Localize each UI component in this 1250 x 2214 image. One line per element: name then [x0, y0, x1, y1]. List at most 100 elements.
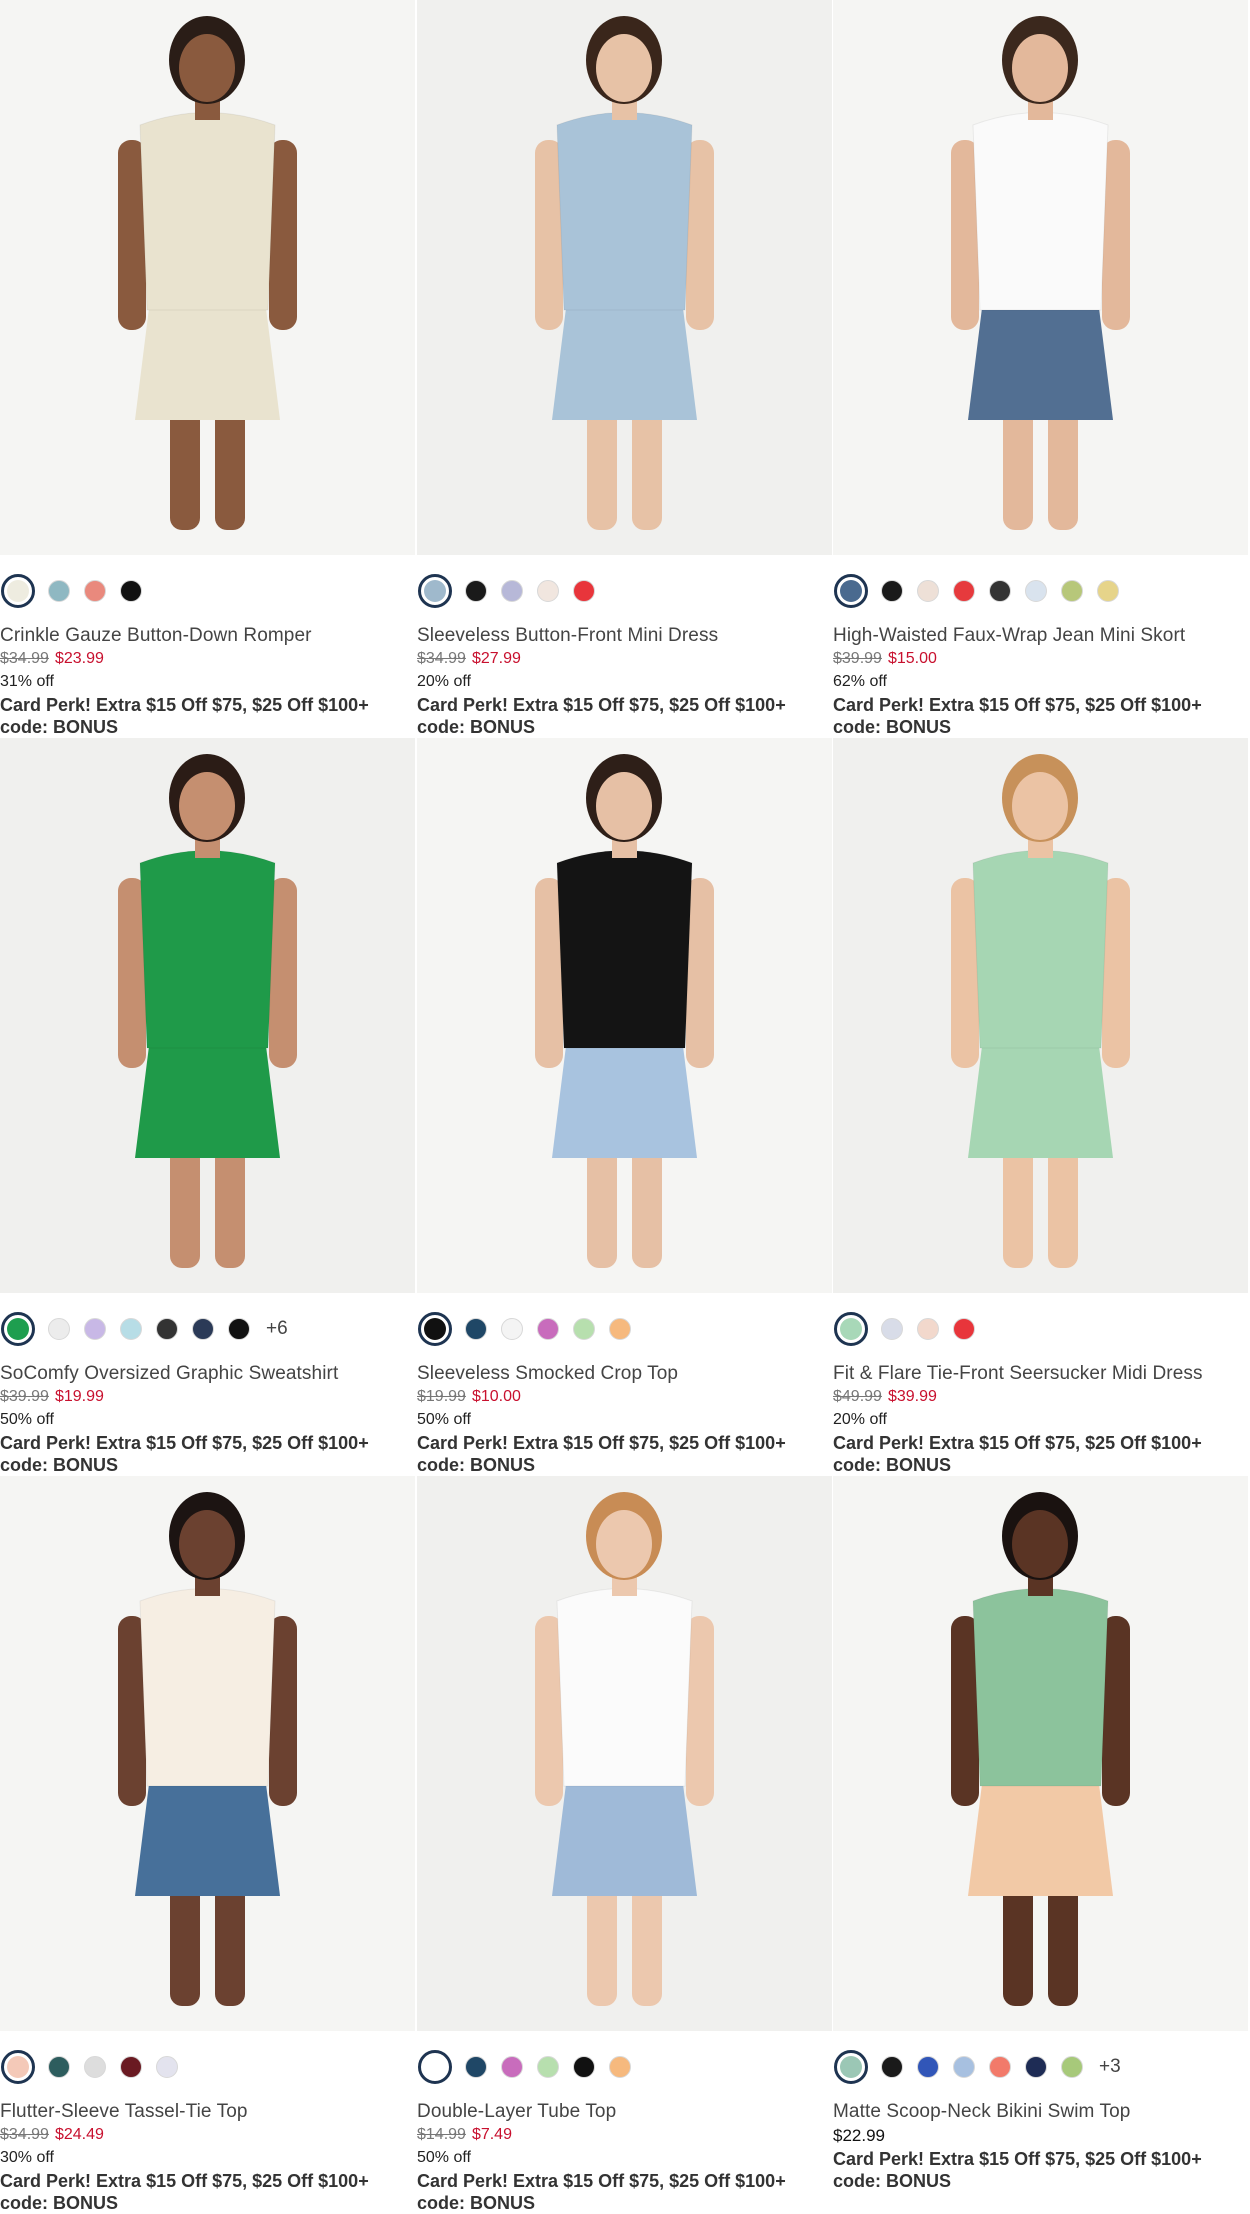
product-image[interactable] [417, 0, 832, 555]
color-swatch[interactable] [156, 2056, 178, 2078]
color-swatches [417, 1311, 645, 1347]
color-swatch[interactable] [953, 580, 975, 602]
product-name[interactable]: High-Waisted Faux-Wrap Jean Mini Skort [833, 625, 1185, 647]
color-swatch[interactable] [537, 1318, 559, 1340]
product-image[interactable] [0, 1476, 415, 2031]
product-image[interactable] [0, 0, 415, 555]
color-swatch[interactable] [834, 574, 868, 608]
color-swatch[interactable] [120, 1318, 142, 1340]
color-swatch[interactable] [917, 580, 939, 602]
product-image[interactable] [833, 1476, 1248, 2031]
promo-text: Card Perk! Extra $15 Off $75, $25 Off $1… [0, 1433, 369, 1453]
color-swatch[interactable] [989, 2056, 1011, 2078]
color-swatch[interactable] [48, 580, 70, 602]
color-swatch[interactable] [1025, 580, 1047, 602]
color-swatch[interactable] [1061, 2056, 1083, 2078]
color-swatch[interactable] [989, 580, 1011, 602]
discount-percent: 50% off [0, 1411, 54, 1428]
color-swatch[interactable] [953, 2056, 975, 2078]
more-colors-count[interactable]: +3 [1099, 2056, 1121, 2078]
color-swatch[interactable] [1097, 580, 1119, 602]
product-name[interactable]: SoComfy Oversized Graphic Sweatshirt [0, 1363, 338, 1385]
color-swatch[interactable] [120, 580, 142, 602]
color-swatch[interactable] [881, 2056, 903, 2078]
product-price: $22.99 [833, 2126, 885, 2146]
color-swatch[interactable] [573, 2056, 595, 2078]
color-swatch[interactable] [917, 2056, 939, 2078]
color-swatch[interactable] [953, 1318, 975, 1340]
color-swatch[interactable] [609, 1318, 631, 1340]
card-perk-promo: Card Perk! Extra $15 Off $75, $25 Off $1… [833, 694, 1202, 738]
color-swatch[interactable] [1, 1312, 35, 1346]
color-swatch[interactable] [501, 1318, 523, 1340]
original-price: $34.99 [417, 650, 466, 667]
color-swatch[interactable] [120, 2056, 142, 2078]
sale-price: $19.99 [54, 1388, 104, 1405]
promo-text: Card Perk! Extra $15 Off $75, $25 Off $1… [417, 2171, 786, 2191]
color-swatch[interactable] [501, 580, 523, 602]
color-swatch[interactable] [465, 1318, 487, 1340]
color-swatches [0, 2049, 192, 2085]
product-image[interactable] [833, 738, 1248, 1293]
color-swatch[interactable] [917, 1318, 939, 1340]
product-name[interactable]: Crinkle Gauze Button-Down Romper [0, 625, 312, 647]
color-swatch[interactable] [192, 1318, 214, 1340]
color-swatch[interactable] [84, 2056, 106, 2078]
color-swatch[interactable] [573, 1318, 595, 1340]
promo-code: code: BONUS [833, 2171, 952, 2191]
color-swatch[interactable] [1061, 580, 1083, 602]
color-swatch[interactable] [228, 1318, 250, 1340]
sale-price: $27.99 [471, 650, 521, 667]
color-swatches: +6 [0, 1311, 288, 1347]
color-swatch[interactable] [1, 2050, 35, 2084]
color-swatch[interactable] [609, 2056, 631, 2078]
product-image[interactable] [417, 1476, 832, 2031]
product-name[interactable]: Matte Scoop-Neck Bikini Swim Top [833, 2101, 1130, 2123]
color-swatch[interactable] [48, 1318, 70, 1340]
promo-text: Card Perk! Extra $15 Off $75, $25 Off $1… [417, 695, 786, 715]
color-swatches [0, 573, 156, 609]
card-perk-promo: Card Perk! Extra $15 Off $75, $25 Off $1… [0, 1432, 369, 1476]
color-swatch[interactable] [1025, 2056, 1047, 2078]
color-swatch[interactable] [418, 2050, 452, 2084]
card-perk-promo: Card Perk! Extra $15 Off $75, $25 Off $1… [0, 2170, 369, 2214]
color-swatch[interactable] [573, 580, 595, 602]
color-swatch[interactable] [881, 580, 903, 602]
color-swatch[interactable] [418, 1312, 452, 1346]
original-price: $19.99 [417, 1388, 466, 1405]
color-swatch[interactable] [465, 580, 487, 602]
product-price: $34.99 $27.99 [417, 650, 521, 668]
color-swatches [833, 573, 1133, 609]
product-image[interactable] [0, 738, 415, 1293]
color-swatch[interactable] [501, 2056, 523, 2078]
color-swatch[interactable] [465, 2056, 487, 2078]
product-price: $14.99 $7.49 [417, 2126, 512, 2144]
product-name[interactable]: Sleeveless Smocked Crop Top [417, 1363, 678, 1385]
color-swatch[interactable] [834, 1312, 868, 1346]
product-name[interactable]: Flutter-Sleeve Tassel-Tie Top [0, 2101, 248, 2123]
color-swatch[interactable] [834, 2050, 868, 2084]
color-swatch[interactable] [84, 580, 106, 602]
discount-percent: 20% off [833, 1411, 887, 1428]
color-swatch[interactable] [156, 1318, 178, 1340]
color-swatch[interactable] [881, 1318, 903, 1340]
product-price: $19.99 $10.00 [417, 1388, 521, 1406]
discount-percent: 31% off [0, 673, 54, 690]
color-swatch[interactable] [537, 580, 559, 602]
promo-text: Card Perk! Extra $15 Off $75, $25 Off $1… [833, 695, 1202, 715]
product-name[interactable]: Sleeveless Button-Front Mini Dress [417, 625, 718, 647]
color-swatch[interactable] [48, 2056, 70, 2078]
more-colors-count[interactable]: +6 [266, 1318, 288, 1340]
color-swatch[interactable] [537, 2056, 559, 2078]
product-image[interactable] [417, 738, 832, 1293]
original-price: $14.99 [417, 2126, 466, 2143]
color-swatch[interactable] [418, 574, 452, 608]
color-swatch[interactable] [1, 574, 35, 608]
product-image[interactable] [833, 0, 1248, 555]
card-perk-promo: Card Perk! Extra $15 Off $75, $25 Off $1… [833, 1432, 1202, 1476]
promo-text: Card Perk! Extra $15 Off $75, $25 Off $1… [0, 695, 369, 715]
promo-code: code: BONUS [833, 717, 952, 737]
product-name[interactable]: Fit & Flare Tie-Front Seersucker Midi Dr… [833, 1363, 1203, 1385]
color-swatch[interactable] [84, 1318, 106, 1340]
product-name[interactable]: Double-Layer Tube Top [417, 2101, 616, 2123]
